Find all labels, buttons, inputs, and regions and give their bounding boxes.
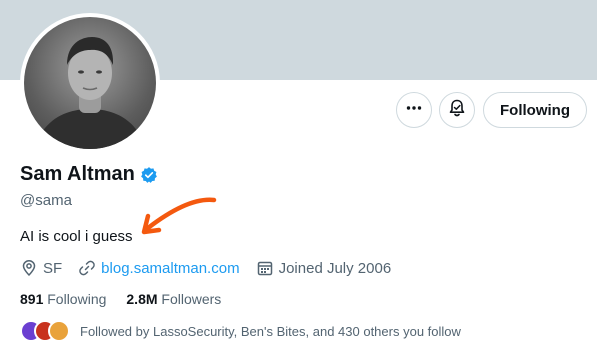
joined-item: Joined July 2006 — [256, 259, 392, 277]
following-button[interactable]: Following — [483, 92, 587, 128]
more-horizontal-icon — [405, 99, 423, 122]
more-options-button[interactable] — [396, 92, 432, 128]
location-text: SF — [43, 259, 63, 277]
profile-bio: AI is cool i guess — [20, 228, 133, 245]
avatar-photo — [24, 17, 156, 149]
profile-name: Sam Altman — [20, 163, 135, 185]
followed-by-text: Followed by LassoSecurity, Ben's Bites, … — [80, 323, 461, 339]
followed-by-avatars — [20, 320, 72, 342]
followers-stat[interactable]: 2.8M Followers — [126, 291, 221, 307]
profile-avatar[interactable] — [20, 13, 160, 153]
location-item: SF — [20, 259, 62, 277]
location-pin-icon — [22, 260, 36, 277]
following-count: 891 — [20, 291, 44, 307]
followers-label: Followers — [161, 291, 222, 307]
following-label: Following — [47, 291, 107, 307]
profile-meta: SF blog.samaltman.com Joined July 2006 — [20, 259, 407, 277]
joined-text: Joined July 2006 — [278, 259, 392, 277]
verified-badge-icon[interactable] — [140, 166, 158, 184]
following-stat[interactable]: 891 Following — [20, 291, 106, 307]
link-icon — [79, 260, 95, 276]
notification-bell-icon — [447, 98, 467, 123]
calendar-icon — [257, 261, 272, 276]
website-link[interactable]: blog.samaltman.com — [101, 260, 239, 277]
followers-count: 2.8M — [126, 291, 158, 307]
notifications-button[interactable] — [439, 92, 475, 128]
follower-avatar — [48, 320, 70, 342]
followed-by-row[interactable]: Followed by LassoSecurity, Ben's Bites, … — [20, 320, 461, 342]
profile-name-row: Sam Altman — [20, 163, 158, 186]
annotation-arrow — [141, 197, 217, 235]
follow-stats: 891 Following 2.8M Followers — [20, 291, 241, 307]
profile-handle: @sama — [20, 192, 72, 209]
website-item[interactable]: blog.samaltman.com — [78, 259, 240, 277]
